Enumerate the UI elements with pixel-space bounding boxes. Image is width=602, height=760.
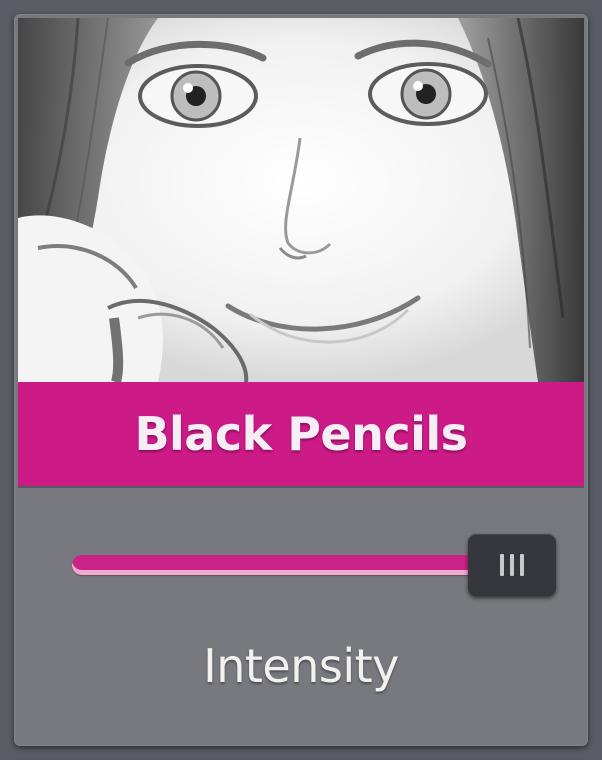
grip-icon	[500, 554, 504, 576]
intensity-slider[interactable]	[58, 534, 560, 596]
portrait-preview-icon	[18, 18, 584, 382]
intensity-slider-thumb[interactable]	[468, 534, 556, 596]
filter-title-bar: Black Pencils	[18, 382, 584, 486]
intensity-label: Intensity	[203, 639, 399, 693]
grip-icon	[520, 554, 524, 576]
grip-icon	[510, 554, 514, 576]
filter-card[interactable]: Black Pencils Intensity	[14, 14, 588, 746]
filter-preview-image[interactable]	[18, 18, 584, 382]
intensity-slider-track[interactable]	[72, 555, 492, 575]
filter-title: Black Pencils	[134, 407, 468, 461]
